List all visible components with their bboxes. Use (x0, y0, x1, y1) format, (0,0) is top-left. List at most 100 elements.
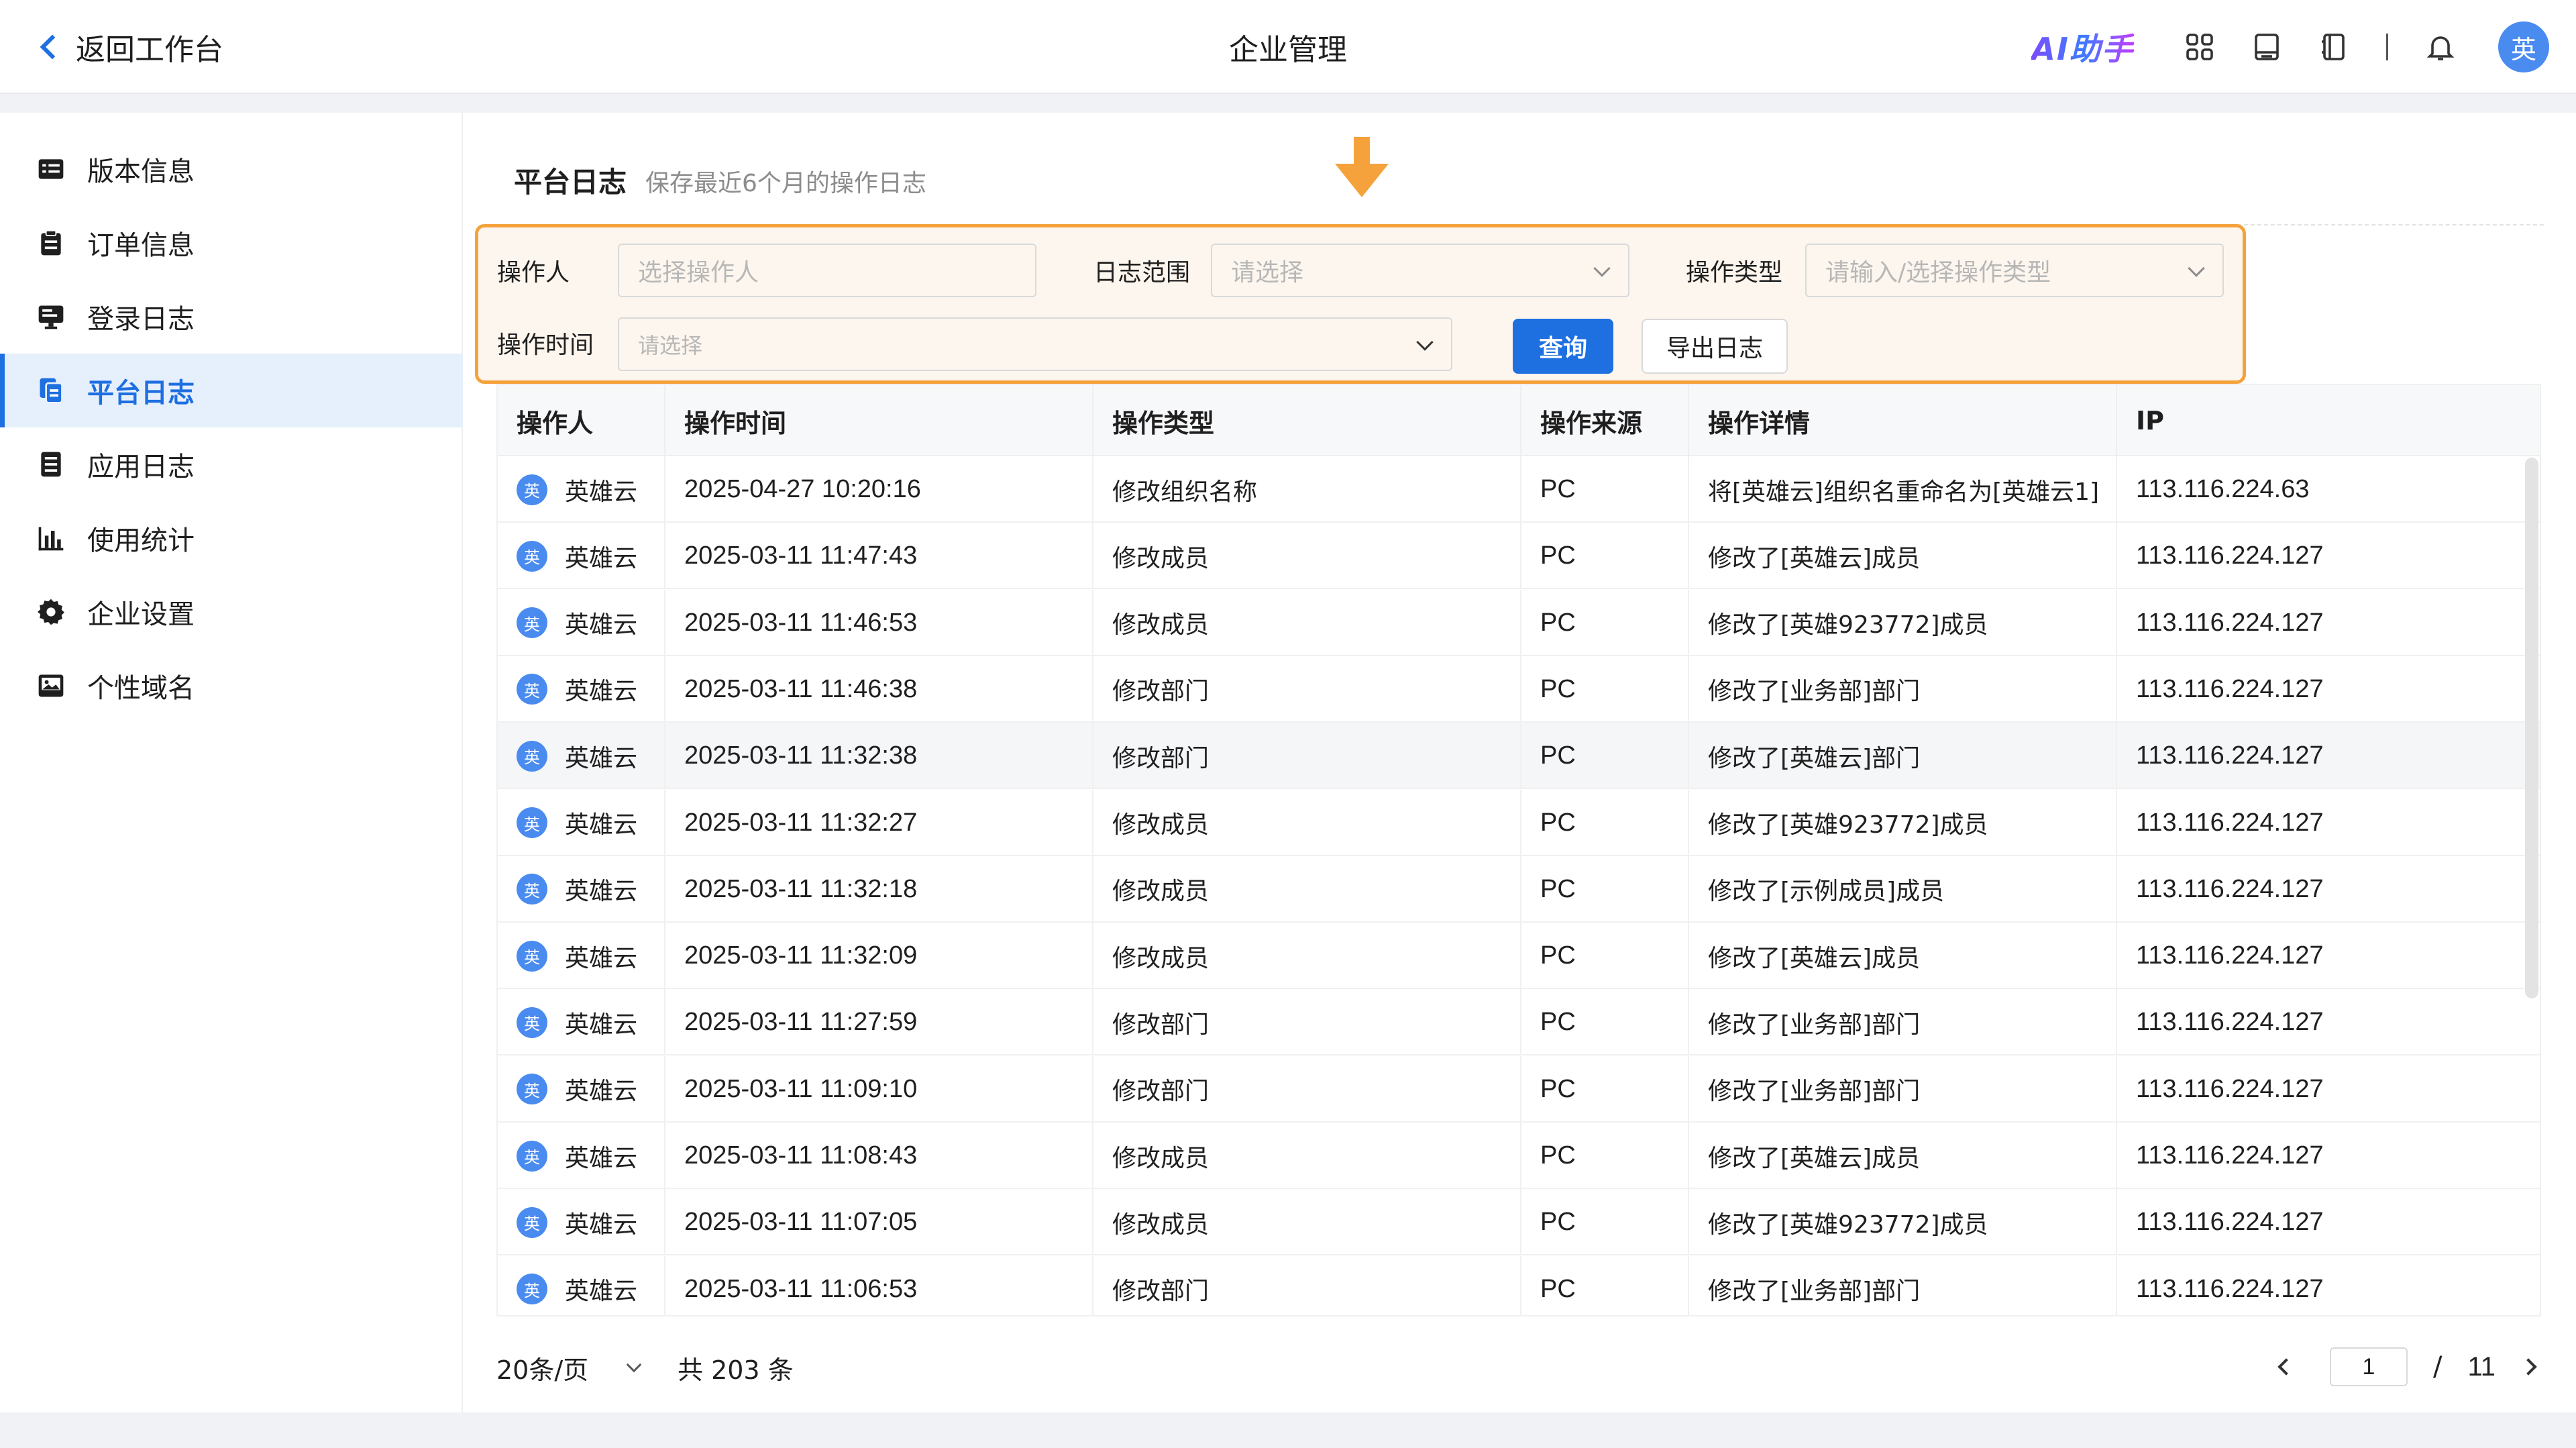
table-row[interactable]: 英英雄云 2025-03-11 11:47:43 修改成员 PC 修改了[英雄云]成员 1… (498, 523, 2540, 590)
cell-time-text: 2025-03-11 11:08:43 (684, 1141, 918, 1170)
cell-detail-text: 修改了[英雄云]部门 (1708, 744, 1921, 772)
main-card: 版本信息 订单信息 登录日志 平台日志 应用日志 使用统计 企业设置 个性域名 … (0, 113, 2576, 1412)
operation-time-picker[interactable]: 请选择 (618, 317, 1452, 371)
sidebar-item-label: 平台日志 (87, 378, 195, 409)
bell-icon[interactable] (2423, 30, 2458, 64)
cell-ip: 113.116.224.127 (2117, 590, 2540, 656)
cell-type-text: 修改成员 (1112, 811, 1210, 839)
table-row[interactable]: 英英雄云 2025-03-11 11:09:10 修改部门 PC 修改了[业务部]部门 1… (498, 1055, 2540, 1123)
sidebar-item-enterprise-settings[interactable]: 企业设置 (0, 575, 463, 649)
cell-detail-text: 修改了[示例成员]成员 (1708, 878, 1945, 906)
chevron-down-icon (1593, 260, 1611, 277)
sidebar-item-platform-log[interactable]: 平台日志 (0, 354, 463, 427)
table-row[interactable]: 英英雄云 2025-03-11 11:46:53 修改成员 PC 修改了[英雄92377… (498, 589, 2540, 656)
sidebar-item-login-log[interactable]: 登录日志 (0, 280, 463, 354)
page-size-select[interactable]: 20条/页 (496, 1347, 642, 1388)
cell-time-text: 2025-03-11 11:09:10 (684, 1074, 918, 1103)
cell-source: PC (1521, 1255, 1689, 1315)
cell-type-text: 修改成员 (1112, 944, 1210, 972)
sidebar-item-usage-stats[interactable]: 使用统计 (0, 501, 463, 575)
cell-ip: 113.116.224.63 (2117, 456, 2540, 523)
cell-time: 2025-03-11 11:47:43 (665, 523, 1093, 590)
cell-type-text: 修改成员 (1112, 611, 1210, 639)
cell-ip-text: 113.116.224.127 (2136, 1208, 2324, 1237)
cell-type: 修改部门 (1093, 723, 1521, 790)
cell-time: 2025-04-27 10:20:16 (665, 456, 1093, 523)
column-header-operator: 操作人 (498, 385, 665, 456)
cell-detail-text: 将[英雄云]组织名重命名为[英雄云1] (1708, 478, 2100, 506)
operator-avatar: 英 (517, 740, 547, 772)
cell-source-text: PC (1540, 1208, 1576, 1237)
operation-time-placeholder: 请选择 (638, 333, 703, 358)
page-number-input[interactable]: 1 (2329, 1347, 2408, 1386)
table-row[interactable]: 英英雄云 2025-03-11 11:27:59 修改部门 PC 修改了[业务部]部门 1… (498, 989, 2540, 1056)
cell-source: PC (1521, 656, 1689, 723)
sidebar-item-orders[interactable]: 订单信息 (0, 206, 463, 280)
cell-type: 修改成员 (1093, 789, 1521, 856)
cell-operator-text: 英雄云 (565, 811, 638, 839)
ai-assistant-button[interactable]: AI助手 (2031, 25, 2134, 69)
table-scrollbar[interactable] (2525, 458, 2538, 998)
cell-detail-text: 修改了[业务部]部门 (1708, 1011, 1921, 1039)
cell-ip-text: 113.116.224.127 (2136, 1008, 2324, 1037)
cell-time-text: 2025-03-11 11:32:18 (684, 874, 918, 903)
table-row[interactable]: 英英雄云 2025-03-11 11:32:38 修改部门 PC 修改了[英雄云]部门 1… (498, 723, 2540, 790)
table-row[interactable]: 英英雄云 2025-03-11 11:32:09 修改成员 PC 修改了[英雄云]成员 1… (498, 923, 2540, 990)
operator-avatar: 英 (517, 1074, 547, 1105)
query-button[interactable]: 查询 (1513, 319, 1613, 374)
table-row[interactable]: 英英雄云 2025-03-11 11:32:18 修改成员 PC 修改了[示例成员]成员… (498, 856, 2540, 923)
cell-operator-text: 英雄云 (565, 1144, 638, 1172)
table-row[interactable]: 英英雄云 2025-03-11 11:08:43 修改成员 PC 修改了[英雄云]成员 1… (498, 1123, 2540, 1189)
sidebar-item-custom-domain[interactable]: 个性域名 (0, 649, 463, 723)
cell-type-text: 修改部门 (1112, 1278, 1210, 1306)
cell-operator-text: 英雄云 (565, 478, 638, 506)
table-row[interactable]: 英英雄云 2025-03-11 11:07:05 修改成员 PC 修改了[英雄92377… (498, 1189, 2540, 1256)
export-log-button[interactable]: 导出日志 (1642, 319, 1788, 374)
cell-ip: 113.116.224.127 (2117, 523, 2540, 589)
cell-operator: 英英雄云 (498, 789, 665, 856)
table-row[interactable]: 英英雄云 2025-04-27 10:20:16 修改组织名称 PC 将[英雄云]组织名… (498, 456, 2540, 523)
cell-source-text: PC (1540, 674, 1576, 703)
cell-detail-text: 修改了[业务部]部门 (1708, 1078, 1921, 1106)
table-row[interactable]: 英英雄云 2025-03-11 11:46:38 修改部门 PC 修改了[业务部]部门 1… (498, 656, 2540, 723)
operator-select[interactable]: 选择操作人 (618, 244, 1036, 297)
cell-type: 修改成员 (1093, 856, 1521, 923)
cell-time-text: 2025-03-11 11:47:43 (684, 541, 918, 570)
cell-type: 修改成员 (1093, 1189, 1521, 1256)
back-to-workbench-button[interactable]: 返回工作台 (37, 25, 223, 68)
table-row[interactable]: 英英雄云 2025-03-11 11:06:53 修改部门 PC 修改了[业务部]部门 1… (498, 1255, 2540, 1315)
user-avatar[interactable]: 英 (2498, 21, 2549, 72)
column-header-detail: 操作详情 (1689, 385, 2117, 456)
next-page-icon[interactable] (2520, 1358, 2537, 1376)
book-icon[interactable] (2249, 30, 2284, 64)
sidebar-item-version[interactable]: 版本信息 (0, 132, 463, 206)
cell-ip-text: 113.116.224.127 (2136, 1141, 2324, 1170)
log-scope-select[interactable]: 请选择 (1211, 244, 1629, 297)
cell-source-text: PC (1540, 1274, 1576, 1303)
operation-type-placeholder: 请输入/选择操作类型 (1825, 259, 2051, 287)
operator-avatar: 英 (517, 674, 547, 705)
cell-time: 2025-03-11 11:32:27 (665, 789, 1093, 856)
sidebar-item-label: 应用日志 (87, 452, 195, 482)
cell-type: 修改部门 (1093, 656, 1521, 723)
operation-type-select[interactable]: 请输入/选择操作类型 (1805, 244, 2224, 297)
apps-icon[interactable] (2182, 30, 2217, 64)
cell-time-text: 2025-03-11 11:27:59 (684, 1008, 918, 1037)
cell-source-text: PC (1540, 808, 1576, 837)
table-row[interactable]: 英英雄云 2025-03-11 11:32:27 修改成员 PC 修改了[英雄92377… (498, 789, 2540, 856)
cell-detail-text: 修改了[业务部]部门 (1708, 678, 1921, 706)
operation-type-label: 操作类型 (1686, 259, 1783, 287)
operator-avatar: 英 (517, 1140, 547, 1172)
prev-page-icon[interactable] (2277, 1358, 2295, 1376)
cell-time: 2025-03-11 11:09:10 (665, 1055, 1093, 1123)
cell-source-text: PC (1540, 874, 1576, 903)
cell-detail: 修改了[英雄923772]成员 (1689, 1189, 2117, 1256)
cell-type: 修改部门 (1093, 1055, 1521, 1123)
operator-avatar: 英 (517, 540, 547, 572)
app-title: 企业管理 (1229, 33, 1347, 67)
sidebar-item-app-log[interactable]: 应用日志 (0, 427, 463, 501)
notebook-icon[interactable] (2316, 30, 2351, 64)
page-title: 平台日志 (514, 166, 627, 199)
list-doc-icon (35, 448, 67, 480)
column-header-ip: IP (2136, 406, 2164, 435)
